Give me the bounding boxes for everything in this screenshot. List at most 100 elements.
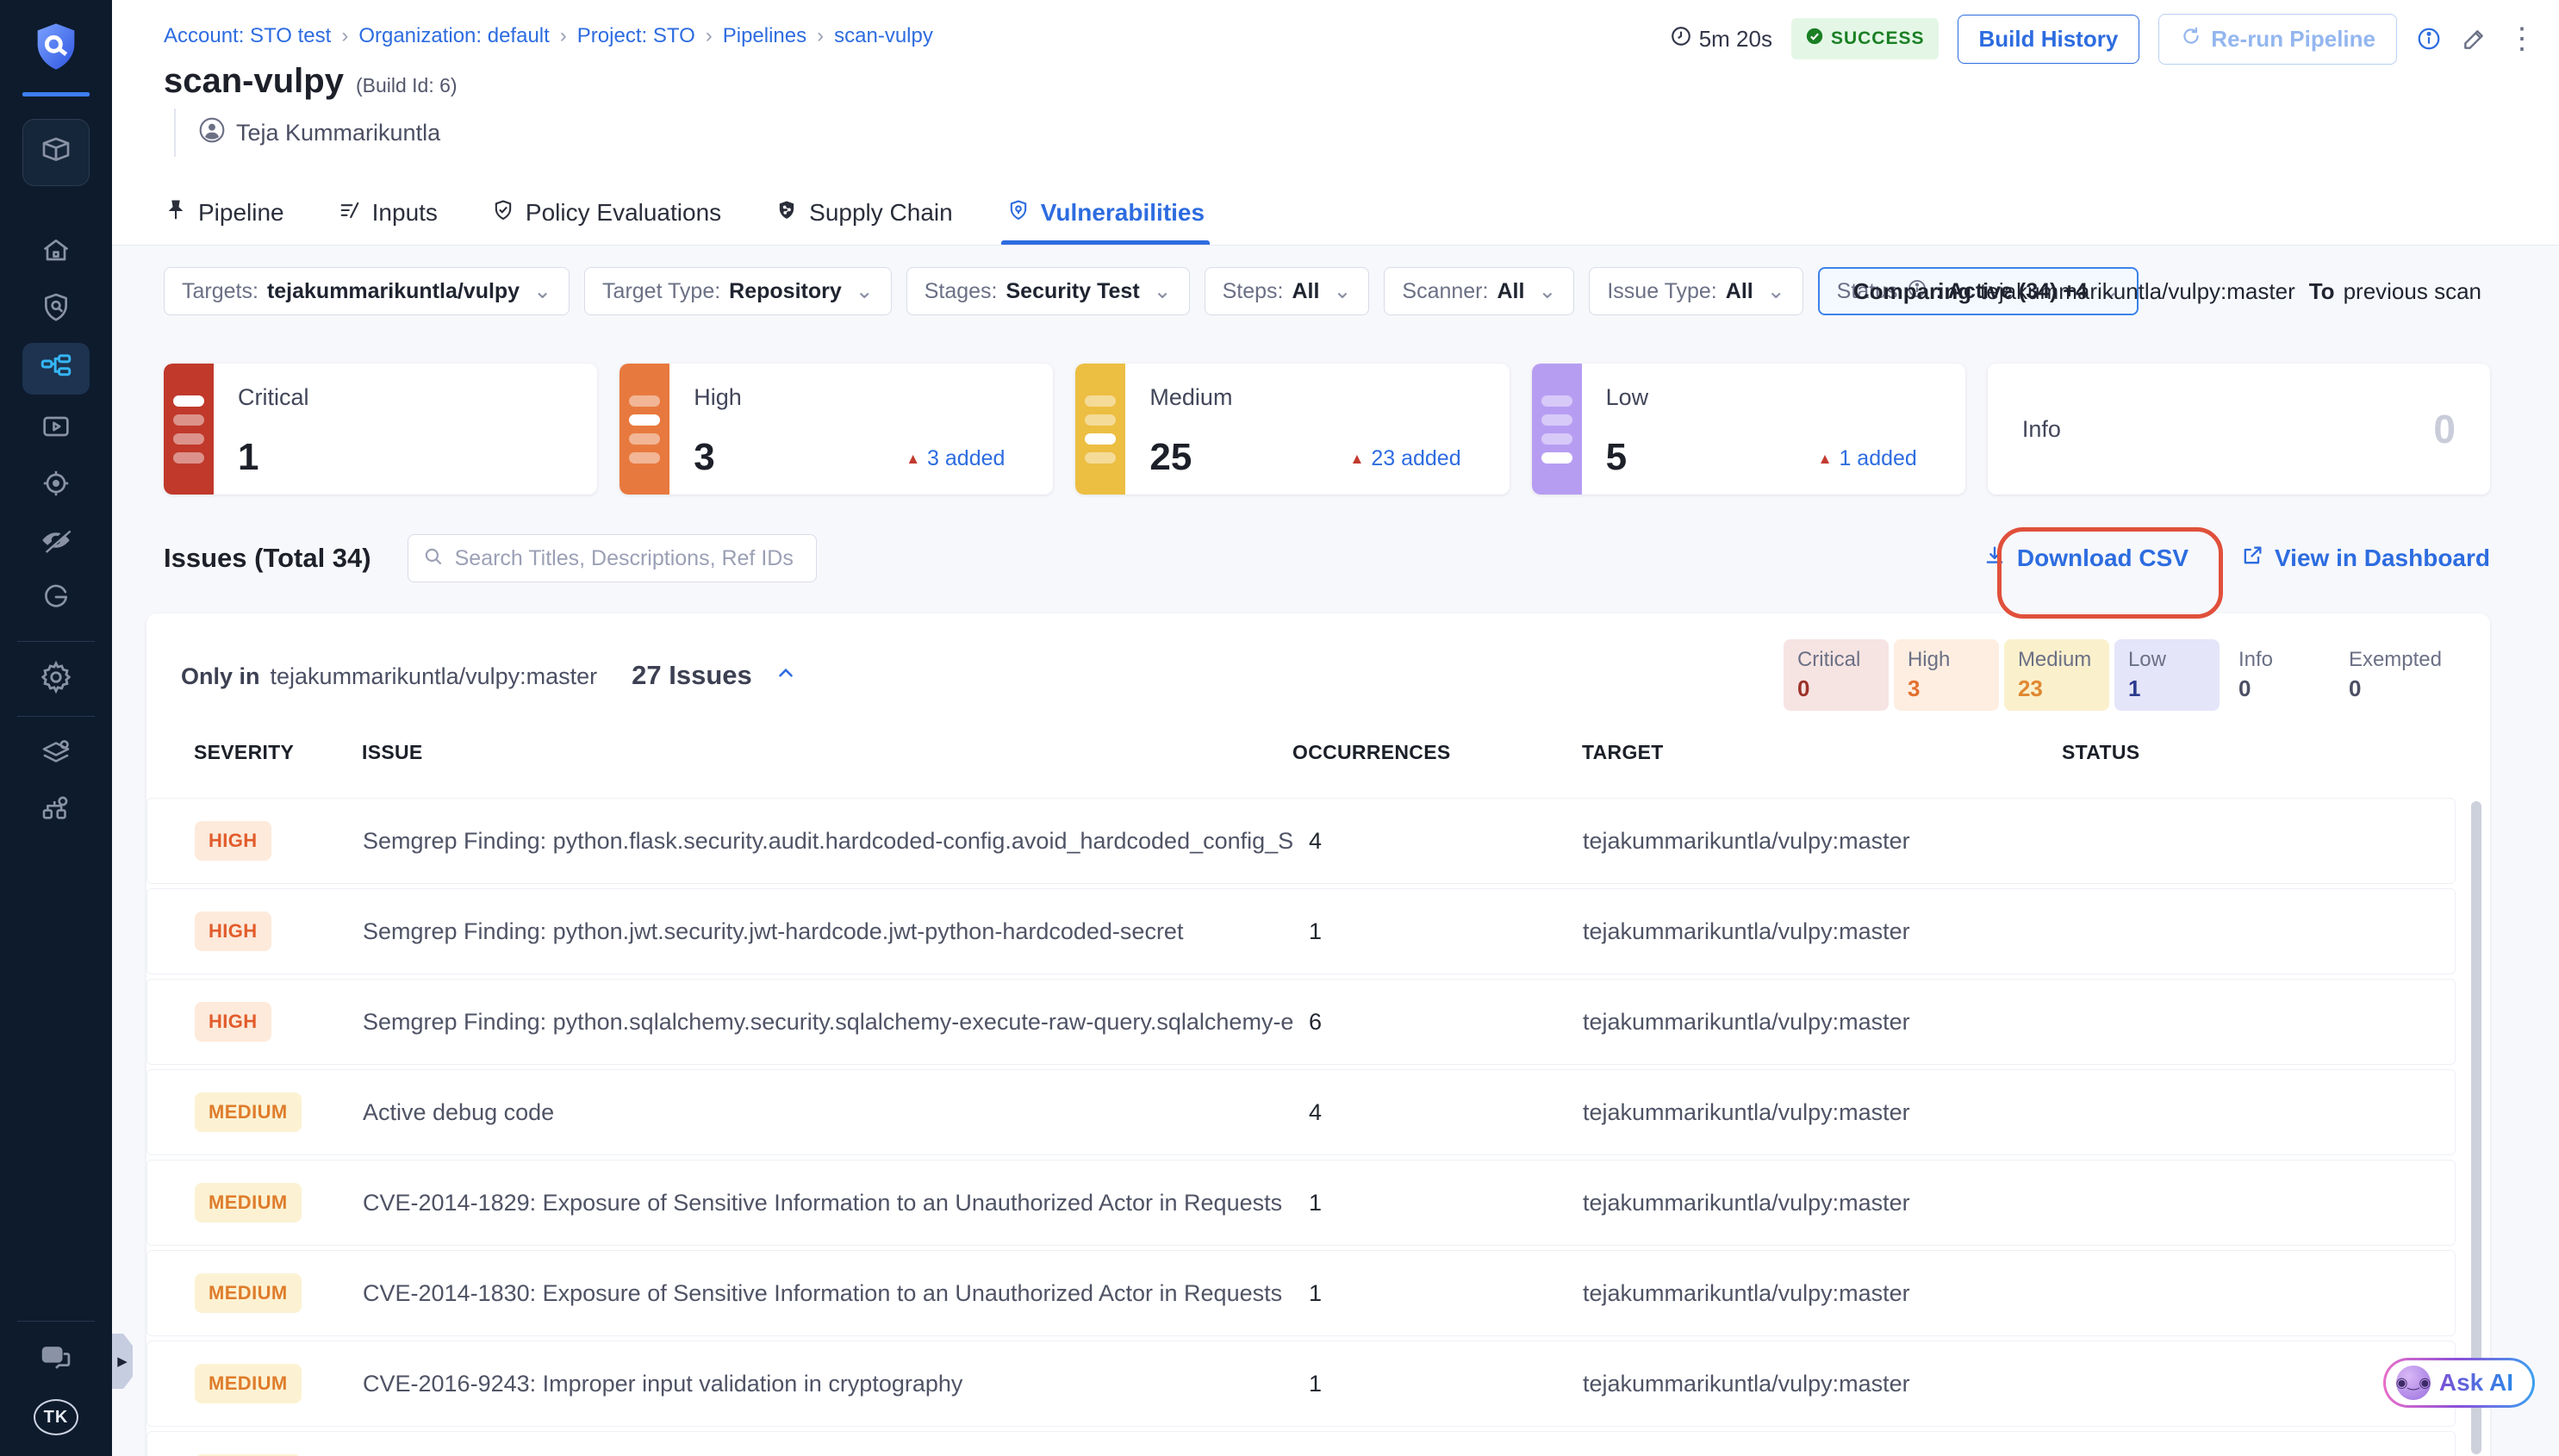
- author-name: Teja Kummarikuntla: [236, 120, 440, 146]
- target: tejakummarikuntla/vulpy:master: [1583, 828, 2063, 855]
- target: tejakummarikuntla/vulpy:master: [1583, 1190, 2063, 1216]
- breadcrumb-current[interactable]: scan-vulpy: [834, 24, 933, 48]
- build-duration: 5m 20s: [1670, 25, 1772, 53]
- sidebar-item-home[interactable]: [22, 227, 90, 277]
- svg-text:?: ?: [49, 1347, 56, 1360]
- filter-scanner[interactable]: Scanner:All⌄: [1384, 267, 1574, 315]
- issue-title: CVE-2014-1829: Exposure of Sensitive Inf…: [363, 1190, 1293, 1216]
- severity-cards: Critical 1 High 3 ▲3 added Medium 25 ▲23…: [164, 364, 2490, 495]
- chevron-down-icon: ⌄: [856, 278, 874, 304]
- issues-search[interactable]: [408, 534, 817, 582]
- issue-title: CVE-2014-1830: Exposure of Sensitive Inf…: [363, 1280, 1293, 1307]
- search-icon: [422, 545, 445, 572]
- cube-icon: [38, 133, 74, 173]
- table-row[interactable]: HIGH Semgrep Finding: python.jwt.securit…: [146, 888, 2456, 974]
- sidebar-item-executions[interactable]: [22, 403, 90, 453]
- breadcrumb-organization[interactable]: Organization: default: [358, 24, 549, 48]
- pipelines-icon: [38, 349, 74, 389]
- layers-gear-icon: [38, 734, 74, 775]
- card-medium[interactable]: Medium 25 ▲23 added: [1075, 364, 1509, 495]
- breadcrumb-pipelines[interactable]: Pipelines: [723, 24, 806, 48]
- tab-inputs[interactable]: Inputs: [338, 181, 438, 245]
- sidebar-item-overview[interactable]: [22, 284, 90, 334]
- issue-group-header: Only in tejakummarikuntla/vulpy:master 2…: [181, 639, 2456, 711]
- target: tejakummarikuntla/vulpy:master: [1583, 918, 2063, 945]
- sidebar-item-settings[interactable]: [22, 654, 90, 704]
- rerun-pipeline-button[interactable]: Re-run Pipeline: [2158, 14, 2397, 65]
- tab-bar: Pipeline Inputs Policy Evaluations Suppl…: [164, 181, 1205, 245]
- filter-bar: Targets:tejakummarikuntla/vulpy⌄ Target …: [164, 267, 2139, 315]
- card-low[interactable]: Low 5 ▲1 added: [1532, 364, 1965, 495]
- occurrences: 4: [1293, 1099, 1583, 1126]
- sidebar-item-project-setup[interactable]: [22, 729, 90, 779]
- sidebar-item-org-setup[interactable]: [22, 784, 90, 834]
- sidebar-item-getting-started[interactable]: [22, 574, 90, 624]
- person-icon: [198, 116, 226, 150]
- filter-target-type[interactable]: Target Type:Repository⌄: [584, 267, 892, 315]
- breadcrumb-project[interactable]: Project: STO: [577, 24, 695, 48]
- table-row[interactable]: MEDIUM CVE-2014-1829: Exposure of Sensit…: [146, 1160, 2456, 1246]
- tab-supply-chain[interactable]: Supply Chain: [775, 181, 953, 245]
- sidebar-item-test-targets[interactable]: [22, 460, 90, 510]
- triangle-up-icon: ▲: [906, 451, 920, 468]
- tab-policy-evaluations[interactable]: Policy Evaluations: [491, 181, 721, 245]
- chip-critical: Critical0: [1784, 639, 1889, 711]
- author-row: Teja Kummarikuntla: [174, 109, 440, 157]
- collapse-group-button[interactable]: [775, 662, 797, 688]
- build-history-button[interactable]: Build History: [1958, 15, 2140, 64]
- chevron-down-icon: ⌄: [1767, 278, 1785, 304]
- kebab-menu-icon[interactable]: ⋮: [2507, 22, 2537, 56]
- chip-high: High3: [1894, 639, 1999, 711]
- download-icon: [1983, 544, 2007, 574]
- view-in-dashboard-button[interactable]: View in Dashboard: [2240, 544, 2490, 574]
- download-csv-button[interactable]: Download CSV: [1983, 544, 2189, 574]
- filter-steps[interactable]: Steps:All⌄: [1205, 267, 1370, 315]
- refresh-icon: [2180, 25, 2202, 53]
- sidebar-item-pipelines[interactable]: [22, 343, 90, 395]
- added-count: ▲3 added: [906, 446, 1005, 471]
- table-row[interactable]: HIGH Semgrep Finding: python.flask.secur…: [146, 798, 2456, 884]
- target: tejakummarikuntla/vulpy:master: [1583, 1099, 2063, 1126]
- harness-sto-logo-icon[interactable]: [28, 19, 84, 78]
- sidebar-item-exemptions[interactable]: [22, 517, 90, 567]
- sidebar-expand-handle[interactable]: ▶: [112, 1334, 133, 1389]
- severity-badge: MEDIUM: [195, 1183, 302, 1223]
- table-row[interactable]: HIGH Semgrep Finding: python.sqlalchemy.…: [146, 979, 2456, 1065]
- issue-title: Semgrep Finding: python.flask.security.a…: [363, 828, 1293, 855]
- breadcrumb-account[interactable]: Account: STO test: [164, 24, 331, 48]
- filter-targets[interactable]: Targets:tejakummarikuntla/vulpy⌄: [164, 267, 570, 315]
- table-scrollbar[interactable]: [2471, 801, 2481, 1454]
- severity-badge: MEDIUM: [195, 1273, 302, 1313]
- edit-pencil-icon[interactable]: [2461, 25, 2488, 53]
- search-input[interactable]: [455, 546, 802, 571]
- chevron-down-icon: ⌄: [1333, 278, 1351, 304]
- tab-pipeline[interactable]: Pipeline: [164, 181, 284, 245]
- card-high[interactable]: High 3 ▲3 added: [620, 364, 1053, 495]
- card-critical[interactable]: Critical 1: [164, 364, 597, 495]
- shield-search-icon: [39, 290, 73, 329]
- page-header: Account: STO test› Organization: default…: [112, 0, 2559, 246]
- table-row[interactable]: MEDIUM CVE-2014-1830: Exposure of Sensit…: [146, 1250, 2456, 1336]
- severity-bar-icon: [1075, 364, 1125, 495]
- filter-stages[interactable]: Stages:Security Test⌄: [906, 267, 1190, 315]
- table-row[interactable]: MEDIUM Active debug code 4 tejakummariku…: [146, 1069, 2456, 1155]
- table-row[interactable]: MEDIUM CVE-2016-9243: Improper input val…: [146, 1341, 2456, 1427]
- target: tejakummarikuntla/vulpy:master: [1583, 1371, 2063, 1397]
- module-selector-button[interactable]: [22, 119, 90, 186]
- severity-summary-chips: Critical0 High3 Medium23 Low1 Info0 Exem…: [1784, 639, 2456, 711]
- home-icon: [39, 233, 73, 272]
- crosshair-icon: [39, 466, 73, 505]
- user-avatar[interactable]: TK: [34, 1399, 78, 1435]
- filter-issue-type[interactable]: Issue Type:All⌄: [1589, 267, 1803, 315]
- card-info[interactable]: Info 0: [1988, 364, 2490, 495]
- info-icon[interactable]: [2416, 26, 2442, 52]
- table-row[interactable]: MEDIUM CVE-2017-11424: PyJWT: vulnerable…: [146, 1431, 2456, 1456]
- occurrences: 1: [1293, 1371, 1583, 1397]
- sidebar: ? TK: [0, 0, 112, 1456]
- help-button[interactable]: ?: [22, 1334, 90, 1384]
- tab-vulnerabilities[interactable]: Vulnerabilities: [1006, 181, 1205, 245]
- severity-badge: HIGH: [195, 912, 271, 951]
- ask-ai-button[interactable]: ◉‿◉ Ask AI: [2383, 1358, 2535, 1408]
- build-id: (Build Id: 6): [356, 74, 458, 97]
- chip-info: Info0: [2225, 639, 2330, 711]
